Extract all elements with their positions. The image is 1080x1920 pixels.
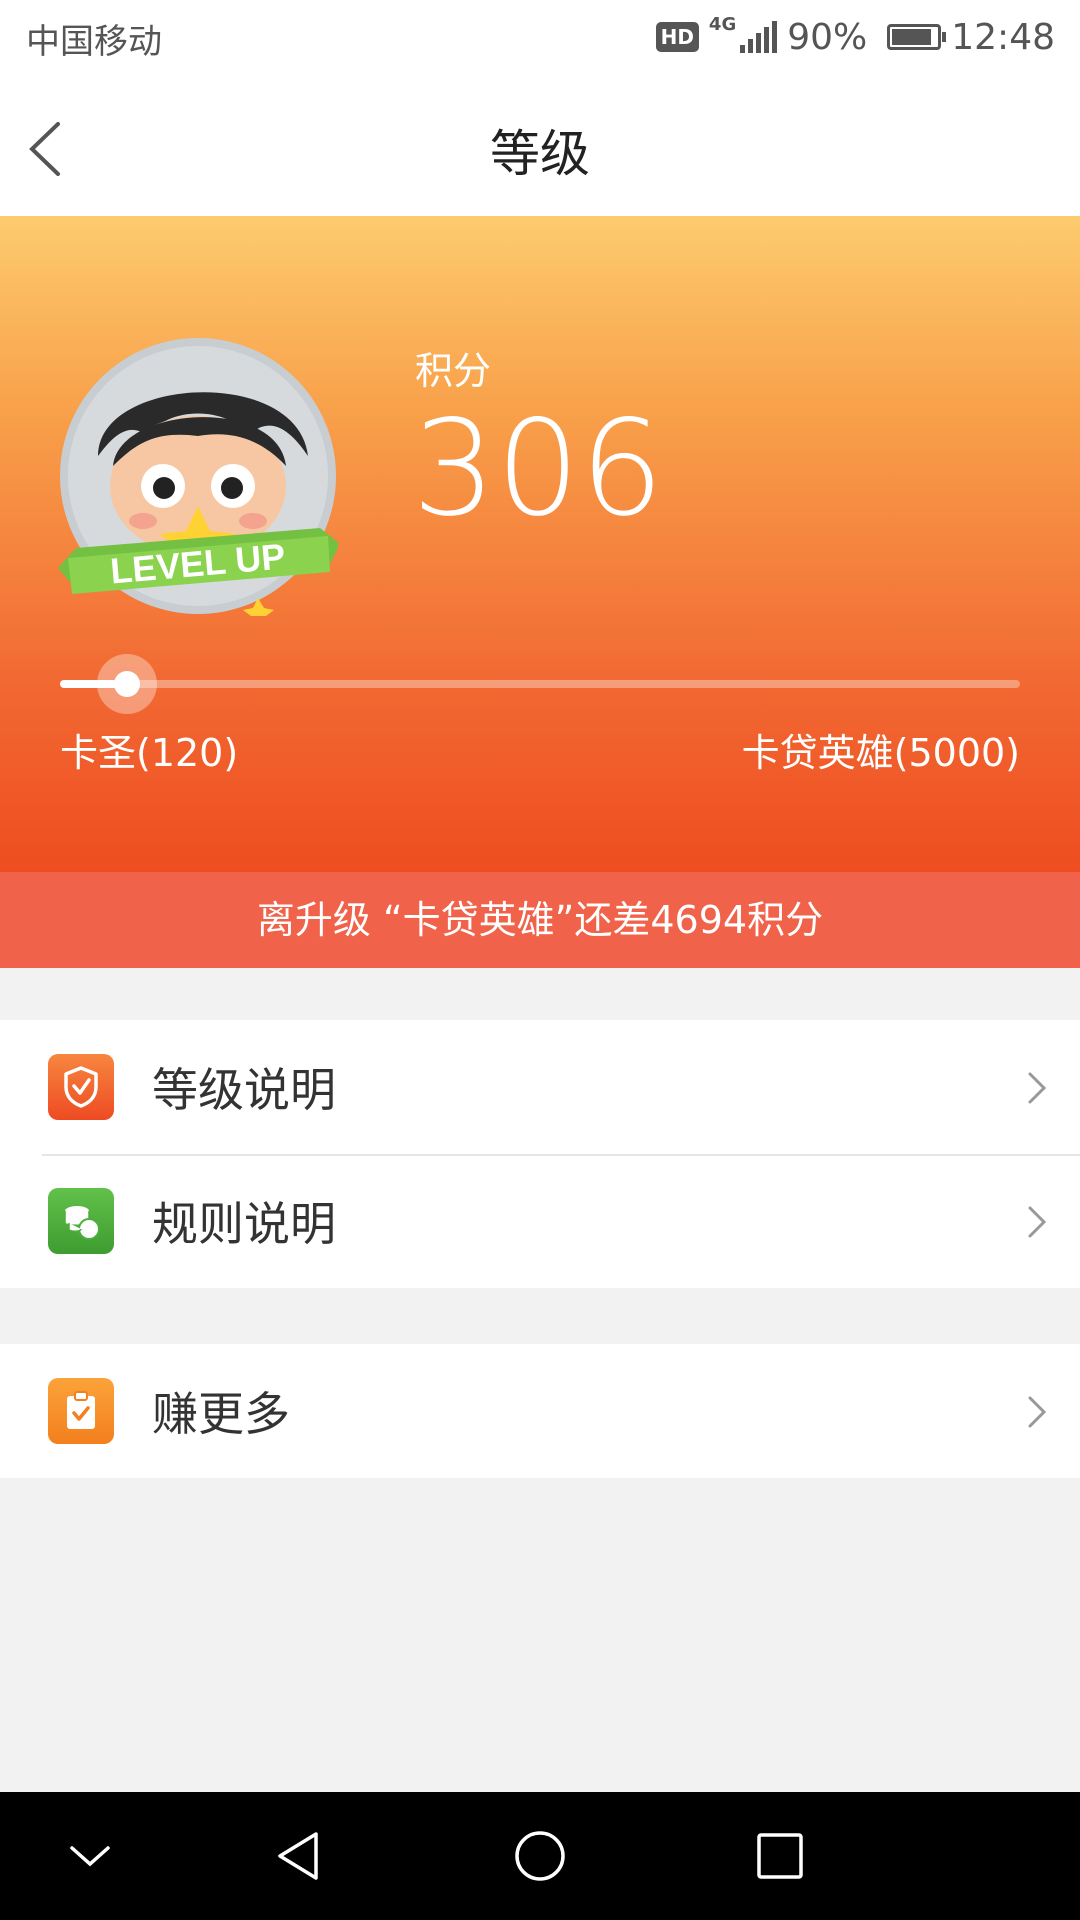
- level-up-avatar: LEVEL UP: [58, 338, 338, 616]
- hd-icon: HD: [655, 22, 699, 52]
- level-progress-bar: [60, 654, 1020, 714]
- menu-item-label: 赚更多: [152, 1387, 290, 1441]
- chevron-right-icon: [1028, 1072, 1047, 1104]
- upgrade-hint-banner: 离升级 “卡贷英雄”还差4694积分: [0, 872, 1080, 968]
- home-circle-icon[interactable]: [510, 1826, 570, 1886]
- chevron-right-icon: [1028, 1396, 1047, 1428]
- coins-stack-icon: [48, 1188, 114, 1254]
- shield-check-icon: [48, 1054, 114, 1120]
- status-icons: HD 4G 90% 12:48: [655, 12, 1055, 62]
- page-title: 等级: [490, 125, 590, 183]
- system-nav-bar: [0, 1792, 1080, 1920]
- menu-item-level-explanation[interactable]: 等级说明: [0, 1020, 1080, 1154]
- carrier-name: 中国移动: [26, 22, 162, 62]
- clipboard-check-icon: [48, 1378, 114, 1444]
- back-triangle-icon[interactable]: [270, 1826, 330, 1886]
- menu-item-earn-more[interactable]: 赚更多: [0, 1344, 1080, 1478]
- menu-item-rules-explanation[interactable]: 规则说明: [0, 1154, 1080, 1288]
- battery-percent: 90%: [787, 16, 868, 58]
- status-bar: 中国移动 HD 4G 90% 12:48: [0, 0, 1080, 74]
- battery-icon: [887, 24, 947, 50]
- points-value: 306: [412, 392, 664, 546]
- recents-square-icon[interactable]: [750, 1826, 810, 1886]
- next-level-label: 卡贷英雄(5000): [741, 731, 1020, 775]
- current-level-label: 卡圣(120): [60, 731, 239, 775]
- network-type: 4G: [708, 14, 737, 35]
- collapse-chevron-icon[interactable]: [60, 1826, 120, 1886]
- app-header: 等级: [0, 74, 1080, 216]
- signal-icon: [740, 21, 778, 53]
- clock: 12:48: [951, 16, 1055, 58]
- chevron-right-icon: [1028, 1206, 1047, 1238]
- menu-item-label: 等级说明: [152, 1063, 336, 1117]
- level-progress-knob: [97, 654, 158, 714]
- points-label: 积分: [415, 349, 492, 393]
- menu-group-info: 等级说明 规则说明: [0, 1020, 1080, 1288]
- menu-item-label: 规则说明: [152, 1197, 336, 1251]
- level-card: LEVEL UP 积分 306 卡圣(120) 卡贷英雄(5000): [0, 216, 1080, 872]
- menu-group-earn: 赚更多: [0, 1344, 1080, 1478]
